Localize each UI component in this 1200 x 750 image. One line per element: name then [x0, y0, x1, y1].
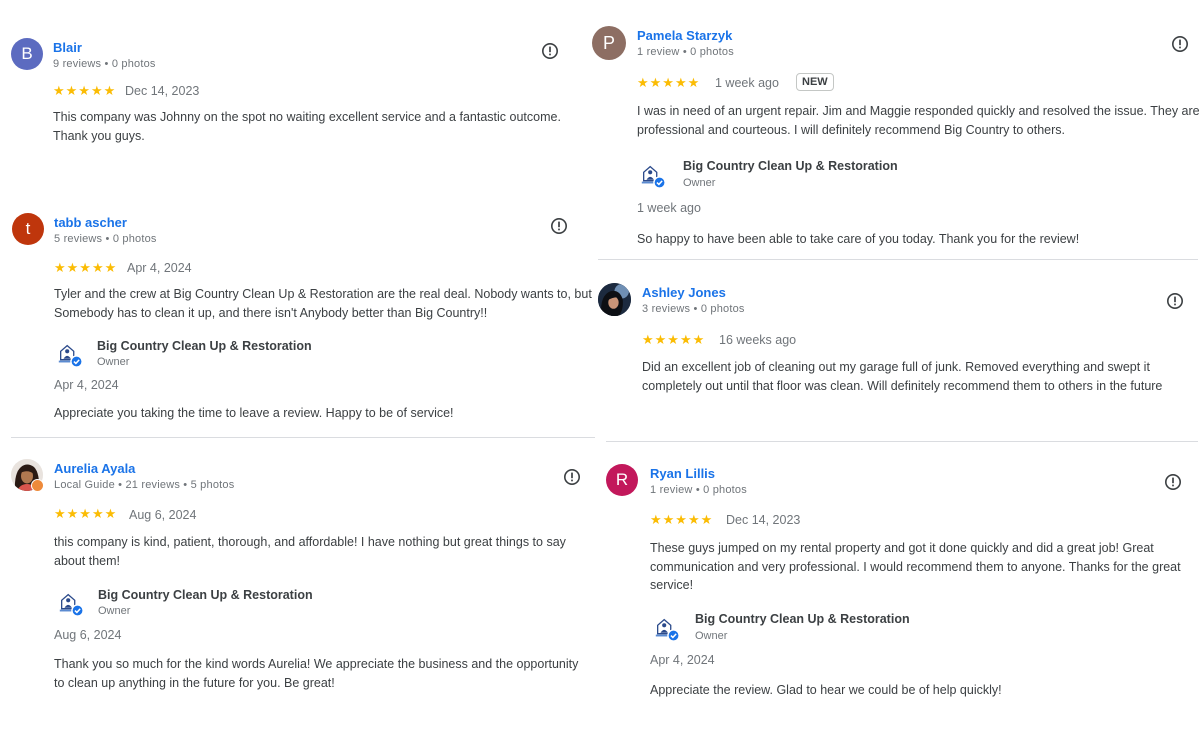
owner-name: Big Country Clean Up & Restoration: [683, 159, 898, 173]
star-rating: ★★★★★: [637, 75, 701, 90]
owner-logo-icon: [57, 344, 83, 368]
review-date: 16 weeks ago: [719, 333, 797, 347]
divider: [11, 437, 595, 438]
reviewer-name[interactable]: Pamela Starzyk: [637, 28, 732, 43]
review-card: Aurelia Ayala Local Guide • 21 reviews •…: [11, 459, 586, 699]
report-flag-icon[interactable]: [541, 42, 559, 60]
reviewer-meta: Local Guide • 21 reviews • 5 photos: [54, 479, 235, 491]
owner-name: Big Country Clean Up & Restoration: [695, 612, 910, 626]
reply-text: Appreciate the review. Glad to hear we c…: [650, 683, 1002, 697]
review-card: B Blair 9 reviews • 0 photos ★★★★★ Dec 1…: [11, 38, 586, 158]
owner-logo-icon: [654, 618, 680, 642]
review-text: This company was Johnny on the spot no w…: [53, 110, 561, 143]
review-text: Did an excellent job of cleaning out my …: [642, 360, 1163, 393]
review-text: These guys jumped on my rental property …: [650, 541, 1181, 592]
review-date: 1 week ago: [715, 76, 779, 90]
owner-role: Owner: [97, 356, 130, 368]
review-text: Tyler and the crew at Big Country Clean …: [54, 287, 592, 320]
owner-logo-icon: [640, 165, 666, 189]
reply-date: 1 week ago: [637, 201, 701, 215]
owner-role: Owner: [695, 630, 728, 642]
review-card: Ashley Jones 3 reviews • 0 photos ★★★★★ …: [598, 283, 1198, 423]
review-text: I was in need of an urgent repair. Jim a…: [637, 104, 1200, 137]
report-flag-icon[interactable]: [563, 468, 581, 486]
reply-text: Thank you so much for the kind words Aur…: [54, 657, 579, 690]
review-card: P Pamela Starzyk 1 review • 0 photos ★★★…: [592, 26, 1200, 251]
avatar[interactable]: t: [12, 213, 44, 245]
divider: [606, 441, 1198, 442]
star-rating: ★★★★★: [650, 512, 714, 527]
star-rating: ★★★★★: [53, 83, 117, 98]
profile-photo-icon: [598, 283, 631, 316]
report-flag-icon[interactable]: [1171, 35, 1189, 53]
review-card: R Ryan Lillis 1 review • 0 photos ★★★★★ …: [606, 464, 1198, 704]
star-rating: ★★★★★: [54, 260, 118, 275]
avatar[interactable]: [598, 283, 631, 316]
owner-role: Owner: [683, 177, 716, 189]
star-rating: ★★★★★: [54, 506, 118, 521]
reviewer-name[interactable]: Blair: [53, 40, 82, 55]
reviewer-meta: 9 reviews • 0 photos: [53, 58, 156, 70]
owner-logo-icon: [58, 593, 84, 617]
report-flag-icon[interactable]: [1164, 473, 1182, 491]
review-date: Apr 4, 2024: [127, 261, 192, 275]
review-text: this company is kind, patient, thorough,…: [54, 535, 566, 568]
avatar[interactable]: B: [11, 38, 43, 70]
reviewer-meta: 5 reviews • 0 photos: [54, 233, 157, 245]
star-rating: ★★★★★: [642, 332, 706, 347]
reply-date: Apr 4, 2024: [650, 653, 715, 667]
owner-role: Owner: [98, 605, 131, 617]
reviewer-name[interactable]: tabb ascher: [54, 215, 127, 230]
reviewer-meta: 1 review • 0 photos: [650, 484, 747, 496]
reviewer-meta: 3 reviews • 0 photos: [642, 303, 745, 315]
report-flag-icon[interactable]: [1166, 292, 1184, 310]
reply-text: So happy to have been able to take care …: [637, 232, 1080, 246]
new-badge: NEW: [796, 73, 834, 91]
owner-name: Big Country Clean Up & Restoration: [97, 339, 312, 353]
reviewer-name[interactable]: Ryan Lillis: [650, 466, 715, 481]
review-date: Dec 14, 2023: [125, 84, 200, 98]
reviewer-name[interactable]: Aurelia Ayala: [54, 461, 135, 476]
reply-date: Aug 6, 2024: [54, 628, 122, 642]
avatar[interactable]: R: [606, 464, 638, 496]
divider: [598, 259, 1198, 260]
review-date: Dec 14, 2023: [726, 513, 801, 527]
reviewer-name[interactable]: Ashley Jones: [642, 285, 726, 300]
review-date: Aug 6, 2024: [129, 508, 197, 522]
report-flag-icon[interactable]: [550, 217, 568, 235]
reply-date: Apr 4, 2024: [54, 378, 119, 392]
avatar[interactable]: P: [592, 26, 626, 60]
reviewer-meta: 1 review • 0 photos: [637, 46, 734, 58]
local-guide-badge-icon: [31, 479, 44, 492]
owner-name: Big Country Clean Up & Restoration: [98, 588, 313, 602]
review-card: t tabb ascher 5 reviews • 0 photos ★★★★★…: [12, 213, 592, 428]
reply-text: Appreciate you taking the time to leave …: [54, 406, 454, 420]
